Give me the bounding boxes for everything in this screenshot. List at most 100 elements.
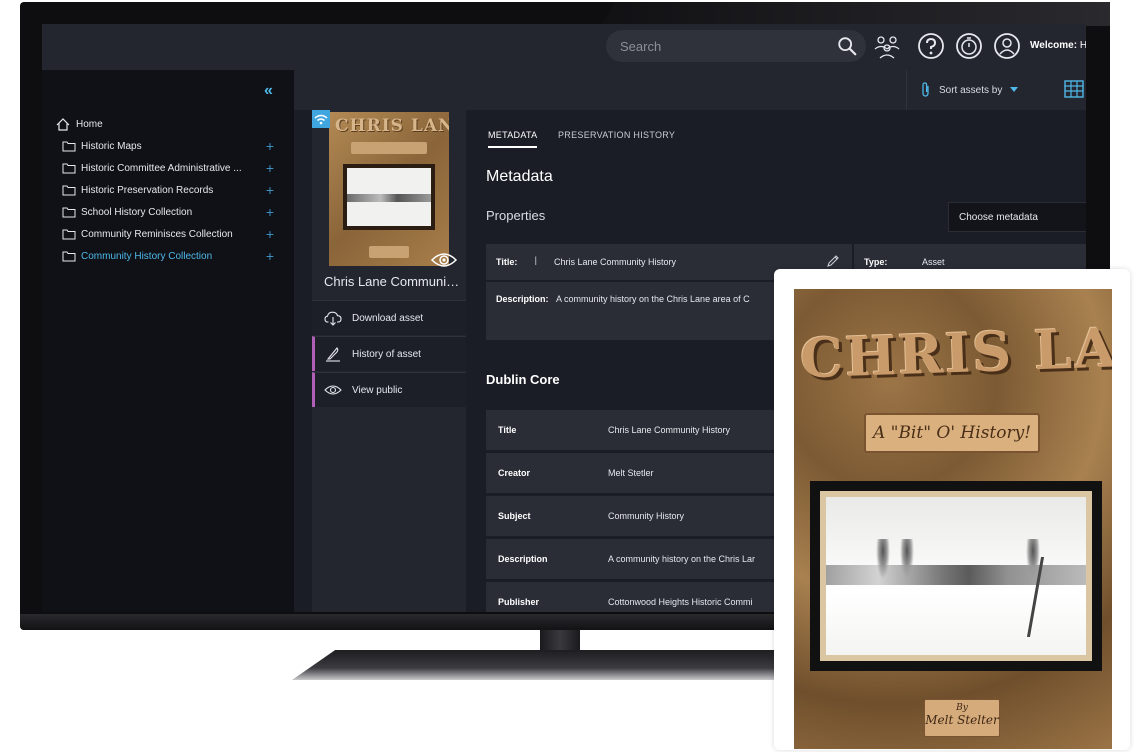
caret-down-icon: [1010, 87, 1019, 92]
sidebar-item-5[interactable]: Community History Collection +: [62, 247, 274, 265]
dublin-core-label: Subject: [498, 511, 531, 521]
add-item-icon[interactable]: +: [266, 226, 274, 242]
sidebar: « Home Historic Maps + Historic Committee …: [42, 70, 294, 612]
dublin-core-value: Community History: [608, 511, 685, 521]
sidebar-home[interactable]: Home: [56, 118, 103, 131]
sidebar-item-3[interactable]: School History Collection +: [62, 203, 274, 221]
dublin-core-label: Title: [498, 425, 517, 435]
add-item-icon[interactable]: +: [266, 182, 274, 198]
dublin-core-label: Creator: [498, 468, 531, 478]
dublin-core-label: Description: [498, 554, 548, 564]
dublin-core-value: Chris Lane Community History: [608, 425, 731, 435]
sidebar-item-0[interactable]: Historic Maps +: [62, 137, 274, 155]
photo-tree: [876, 539, 890, 579]
asset-panel: CHRIS LANE Chris Lane Community History …: [312, 110, 466, 612]
sidebar-home-label: Home: [76, 119, 103, 130]
cover-author: Melt Stelter: [925, 713, 999, 727]
users-group-icon[interactable]: [872, 31, 902, 61]
property-description-label: Description:: [496, 294, 549, 304]
property-type-label: Type:: [864, 257, 888, 267]
wifi-icon: [312, 110, 330, 128]
text-cursor-icon: I: [534, 254, 538, 268]
add-item-icon[interactable]: +: [266, 248, 274, 264]
tab-preservation-history[interactable]: PRESERVATION HISTORY: [558, 130, 675, 140]
eye-outline-icon: [324, 385, 342, 395]
choose-metadata-select[interactable]: Choose metadata: [948, 202, 1086, 232]
property-description-value: A community history on the Chris Lane ar…: [556, 294, 750, 304]
cover-winter-farm-photo: [820, 491, 1092, 661]
edit-pencil-icon[interactable]: [826, 254, 840, 268]
sidebar-item-label: School History Collection: [81, 206, 193, 218]
folder-icon: [62, 163, 76, 174]
folder-icon: [62, 251, 76, 262]
toolbar: Sort assets by: [294, 70, 1086, 110]
grid-view-icon[interactable]: [1064, 80, 1084, 98]
thumbnail-banner: [351, 142, 427, 154]
dublin-core-value: Cottonwood Heights Historic Commi: [608, 597, 753, 607]
sidebar-item-label: Historic Maps: [81, 140, 142, 152]
sort-assets-label: Sort assets by: [939, 84, 1003, 96]
metadata-heading: Metadata: [486, 168, 553, 185]
asset-name: Chris Lane Community History: [324, 274, 462, 289]
asset-thumbnail[interactable]: CHRIS LANE: [329, 112, 449, 266]
dublin-core-value: A community history on the Chris Lar: [608, 554, 756, 564]
cover-title: CHRIS LANE: [798, 312, 1112, 391]
asset-panel-empty-area: [312, 430, 466, 612]
sidebar-item-4[interactable]: Community Reminisces Collection +: [62, 225, 274, 243]
view-public-button[interactable]: View public: [312, 372, 466, 407]
history-of-asset-button[interactable]: History of asset: [312, 336, 466, 371]
add-item-icon[interactable]: +: [266, 204, 274, 220]
quill-icon: [326, 347, 340, 362]
timer-icon[interactable]: [954, 31, 984, 61]
search-icon[interactable]: [836, 35, 858, 57]
sidebar-item-label: Historic Preservation Records: [81, 184, 214, 196]
sidebar-item-label: Community Reminisces Collection: [81, 228, 233, 240]
sidebar-item-1[interactable]: Historic Committee Administrative ... +: [62, 159, 274, 177]
welcome-text: Welcome: H: [1030, 40, 1086, 51]
cover-by-label: By: [956, 703, 968, 713]
cloud-download-icon: [324, 311, 342, 326]
folder-icon: [62, 141, 76, 152]
thumbnail-photo: [343, 164, 435, 230]
help-icon[interactable]: [916, 31, 946, 61]
welcome-label: Welcome:: [1030, 40, 1080, 51]
thumbnail-author-plate: [369, 246, 409, 258]
property-title-label: Title:: [496, 257, 518, 267]
folder-icon: [62, 207, 76, 218]
monitor-stand: [292, 650, 832, 680]
book-cover-image: CHRIS LANE A "Bit" O' History! By Melt S…: [794, 289, 1112, 749]
marketing-stage: Welcome: H « Home Historic Maps+Historic…: [0, 0, 1134, 752]
folder-icon: [62, 229, 76, 240]
book-cover-card: CHRIS LANE A "Bit" O' History! By Melt S…: [774, 269, 1130, 750]
property-title-value: Chris Lane Community History: [554, 257, 677, 267]
sidebar-item-2[interactable]: Historic Preservation Records +: [62, 181, 274, 199]
search-box[interactable]: [606, 30, 866, 62]
tab-metadata[interactable]: METADATA: [488, 130, 538, 148]
photo-tree: [900, 539, 914, 579]
home-icon: [56, 118, 70, 131]
dublin-core-value: Melt Stetler: [608, 468, 654, 478]
cover-photo-frame: [810, 481, 1102, 671]
top-bar: Welcome: H: [42, 24, 1086, 70]
download-asset-button[interactable]: Download asset: [312, 300, 466, 335]
view-public-label: View public: [352, 384, 403, 396]
add-item-icon[interactable]: +: [266, 160, 274, 176]
dublin-core-label: Publisher: [498, 597, 540, 607]
cover-subtitle: A "Bit" O' History!: [864, 413, 1040, 453]
monitor-top-edge: [600, 2, 1110, 26]
download-asset-label: Download asset: [352, 312, 424, 324]
user-account-icon[interactable]: [992, 31, 1022, 61]
add-item-icon[interactable]: +: [266, 138, 274, 154]
sort-assets-button[interactable]: Sort assets by: [906, 70, 1046, 110]
collapse-sidebar-button[interactable]: «: [264, 82, 273, 100]
sidebar-item-label: Community History Collection: [81, 250, 213, 262]
history-of-asset-label: History of asset: [352, 348, 421, 360]
cover-author-plate: By Melt Stelter: [924, 699, 1000, 737]
asset-thumbnail-title: CHRIS LANE: [335, 116, 449, 136]
properties-heading: Properties: [486, 208, 546, 223]
sidebar-item-label: Historic Committee Administrative ...: [81, 162, 242, 174]
dublin-core-heading: Dublin Core: [486, 372, 560, 387]
search-input[interactable]: [620, 37, 820, 55]
welcome-user-name: H: [1079, 40, 1086, 51]
eye-icon[interactable]: [430, 250, 458, 270]
